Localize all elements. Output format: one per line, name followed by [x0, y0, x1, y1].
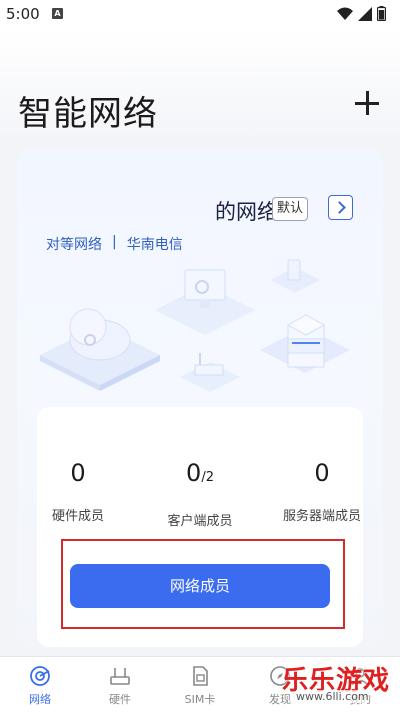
tab-sim-label: SIM卡	[184, 693, 216, 706]
battery-icon	[377, 6, 386, 21]
status-icons	[337, 6, 386, 21]
phone-platform	[270, 259, 320, 293]
router-icon	[110, 668, 130, 685]
stat-client: 0/2 客户端成员	[145, 459, 255, 529]
network-location: 华南电信	[126, 237, 183, 253]
sim-card-icon	[193, 666, 208, 686]
network-type: 对等网络	[46, 237, 102, 253]
meta-separator: |	[112, 234, 117, 250]
network-meta: 对等网络 | 华南电信	[46, 234, 183, 254]
page-title: 智能网络	[18, 94, 158, 134]
status-time: 5:00	[6, 5, 40, 23]
cloud-platform	[40, 308, 160, 391]
network-name: 的网络	[215, 200, 278, 224]
notification-icon: A	[52, 8, 63, 19]
add-network-button[interactable]	[352, 88, 382, 118]
tab-sim[interactable]: SIM卡	[160, 657, 240, 713]
tab-hardware-label: 硬件	[109, 693, 131, 706]
status-bar: 5:00 A	[0, 0, 400, 28]
default-badge: 默认	[272, 197, 308, 221]
network-icon	[30, 666, 50, 686]
monitor-platform	[155, 269, 255, 335]
router-platform	[180, 353, 240, 392]
stat-hardware-value: 0	[70, 459, 86, 487]
network-members-button[interactable]: 网络成员	[70, 564, 330, 608]
stat-server-label: 服务器端成员	[282, 509, 361, 524]
tab-network-label: 网络	[29, 693, 51, 706]
server-platform	[260, 314, 350, 373]
stat-client-value: 0	[186, 459, 202, 487]
stat-server-value: 0	[314, 459, 330, 487]
signal-icon	[358, 6, 372, 21]
tab-hardware[interactable]: 硬件	[80, 657, 160, 713]
watermark-url: www.6lli.com	[296, 690, 369, 703]
tab-network[interactable]: 网络	[0, 657, 80, 713]
wifi-icon	[337, 7, 353, 20]
stat-client-total: /2	[201, 470, 214, 485]
network-detail-button[interactable]	[328, 195, 353, 220]
stat-server: 0 服务器端成员	[267, 459, 377, 524]
network-illustration	[40, 259, 350, 392]
stat-hardware: 0 硬件成员	[23, 459, 133, 524]
stat-client-label: 客户端成员	[167, 514, 233, 529]
stat-hardware-label: 硬件成员	[51, 509, 104, 524]
